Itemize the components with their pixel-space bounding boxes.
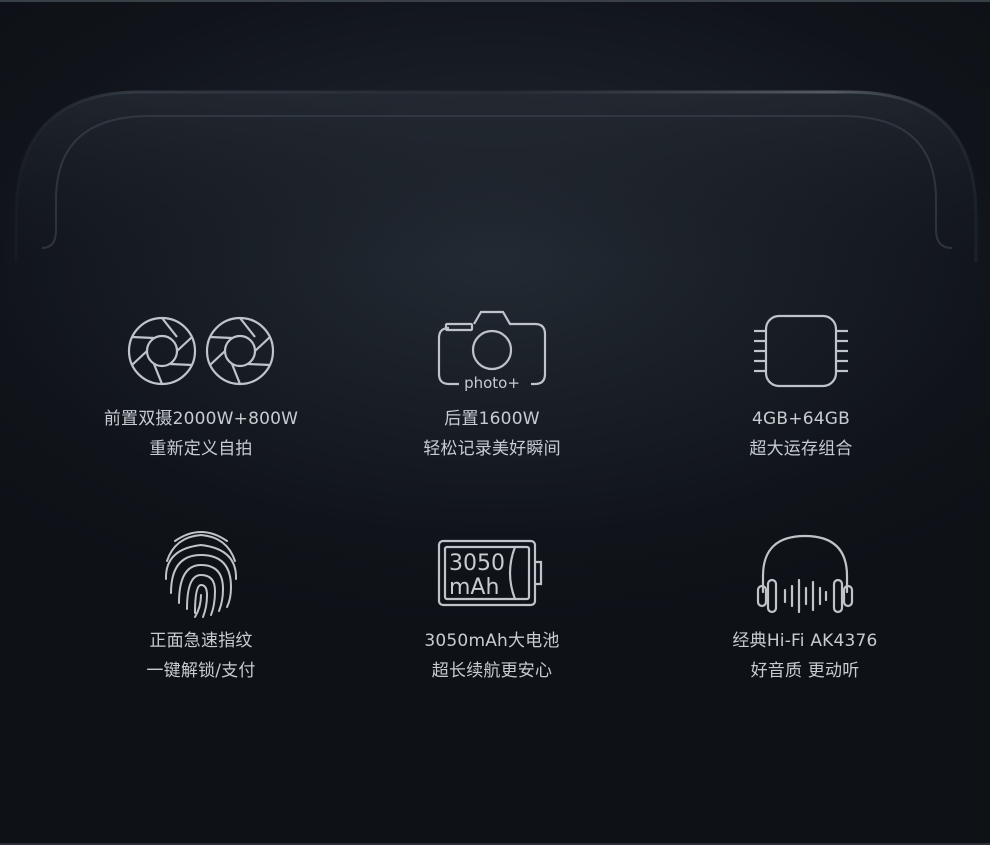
feature-subtitle: 超长续航更安心: [431, 661, 553, 681]
feature-subtitle: 一键解锁/支付: [146, 661, 256, 681]
feature-title: 经典Hi-Fi AK4376: [732, 631, 878, 651]
camera-icon: photo+: [327, 306, 657, 396]
feature-fingerprint: 正面急速指纹 一键解锁/支付: [36, 528, 366, 686]
phone-top-outline: [14, 90, 978, 262]
feature-front-camera: 前置双摄2000W+800W 重新定义自拍: [36, 306, 366, 464]
feature-subtitle: 轻松记录美好瞬间: [423, 439, 561, 459]
feature-subtitle: 好音质 更动听: [750, 661, 860, 681]
feature-subtitle: 重新定义自拍: [149, 439, 253, 459]
dual-aperture-icon: [36, 306, 366, 396]
feature-subtitle: 超大运存组合: [749, 439, 853, 459]
feature-battery: 3050 mAh 3050mAh大电池 超长续航更安心: [327, 528, 657, 686]
feature-panel: 前置双摄2000W+800W 重新定义自拍 photo+ 后置1600W 轻松记…: [0, 0, 990, 845]
battery-unit-label: mAh: [449, 575, 499, 600]
battery-icon: 3050 mAh: [327, 528, 657, 618]
feature-memory: 4GB+64GB 超大运存组合: [636, 306, 966, 464]
battery-capacity-label: 3050: [449, 551, 505, 576]
feature-rear-camera: photo+ 后置1600W 轻松记录美好瞬间: [327, 306, 657, 464]
fingerprint-icon: [36, 528, 366, 618]
feature-hifi-audio: 经典Hi-Fi AK4376 好音质 更动听: [640, 528, 970, 686]
feature-title: 3050mAh大电池: [424, 631, 560, 651]
feature-title: 后置1600W: [444, 409, 540, 429]
chip-icon: [636, 306, 966, 396]
feature-title: 前置双摄2000W+800W: [103, 409, 299, 429]
camera-icon-label: photo+: [464, 374, 520, 392]
feature-title: 4GB+64GB: [752, 409, 850, 429]
feature-title: 正面急速指纹: [149, 631, 253, 651]
headphones-icon: [640, 528, 970, 618]
